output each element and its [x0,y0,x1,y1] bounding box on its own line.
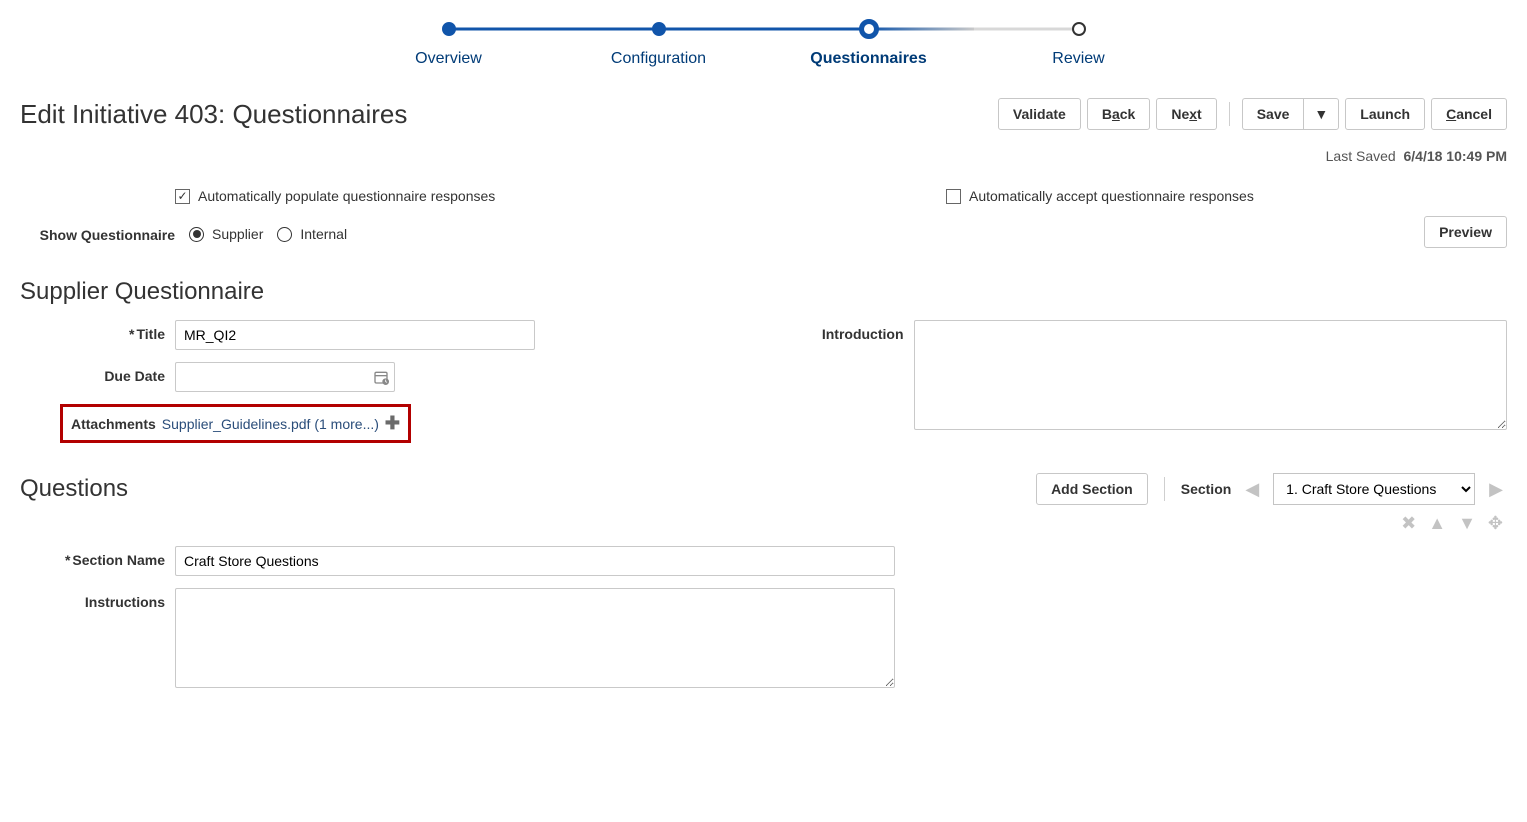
section-label: Section [1181,481,1232,497]
circle-icon [1072,22,1086,36]
save-menu-button[interactable]: ▼ [1303,98,1339,130]
introduction-label: Introduction [794,320,914,342]
train-label: Overview [415,50,482,68]
save-button[interactable]: Save [1242,98,1304,130]
section-mini-toolbar: ✖ ▲ ▼ ✥ [20,513,1507,534]
back-button[interactable]: Back [1087,98,1151,130]
title-label: *Title [20,320,175,342]
radio-supplier[interactable]: Supplier [189,226,263,242]
title-input[interactable] [175,320,535,350]
show-questionnaire-radio-group: Supplier Internal [189,226,347,242]
circle-icon [442,22,456,36]
add-section-button[interactable]: Add Section [1036,473,1148,505]
progress-train: Overview Configuration Questionnaires Re… [20,0,1507,78]
train-step-questionnaires[interactable]: Questionnaires [764,18,974,68]
calendar-icon[interactable] [373,369,389,385]
prev-section-icon[interactable]: ◀ [1241,479,1263,500]
checkbox-unchecked-icon[interactable] [946,189,961,204]
due-date-input[interactable] [175,362,395,392]
last-saved: Last Saved 6/4/18 10:49 PM [20,148,1507,164]
radio-selected-icon [189,227,204,242]
cancel-button[interactable]: Cancel [1431,98,1507,130]
close-icon[interactable]: ✖ [1401,513,1416,534]
attachments-link[interactable]: Supplier_Guidelines.pdf (1 more...) [162,416,379,432]
instructions-label: Instructions [20,588,175,610]
attachments-highlight: Attachments Supplier_Guidelines.pdf (1 m… [60,404,411,443]
train-label: Questionnaires [810,50,926,68]
section-name-label: *Section Name [20,546,175,568]
radio-internal[interactable]: Internal [277,226,347,242]
attachments-label: Attachments [71,416,156,432]
move-icon[interactable]: ✥ [1488,513,1503,534]
preview-button[interactable]: Preview [1424,216,1507,248]
section-name-input[interactable] [175,546,895,576]
save-split-button: Save ▼ [1242,98,1340,130]
introduction-textarea[interactable] [914,320,1508,430]
supplier-questionnaire-heading: Supplier Questionnaire [20,278,1507,306]
train-step-configuration[interactable]: Configuration [554,18,764,68]
train-label: Review [1052,50,1104,68]
section-select[interactable]: 1. Craft Store Questions [1274,474,1474,504]
move-down-icon[interactable]: ▼ [1458,513,1476,534]
checkbox-checked-icon[interactable] [175,189,190,204]
launch-button[interactable]: Launch [1345,98,1425,130]
action-toolbar: Validate Back Next Save ▼ Launch Cancel [998,98,1507,130]
show-questionnaire-label: Show Questionnaire [20,226,175,244]
train-step-overview[interactable]: Overview [344,18,554,68]
page-title: Edit Initiative 403: Questionnaires [20,99,407,130]
train-step-review[interactable]: Review [974,18,1184,68]
next-section-icon[interactable]: ▶ [1485,479,1507,500]
circle-icon [652,22,666,36]
section-select-wrap: 1. Craft Store Questions [1273,473,1475,505]
due-date-label: Due Date [20,362,175,384]
move-up-icon[interactable]: ▲ [1428,513,1446,534]
questions-heading: Questions [20,475,128,503]
plus-icon[interactable]: ✚ [385,413,400,434]
auto-accept-option[interactable]: Automatically accept questionnaire respo… [796,188,1507,204]
next-button[interactable]: Next [1156,98,1216,130]
circle-icon [859,19,879,39]
radio-icon [277,227,292,242]
instructions-textarea[interactable] [175,588,895,688]
validate-button[interactable]: Validate [998,98,1081,130]
train-label: Configuration [611,50,706,68]
auto-populate-option[interactable]: Automatically populate questionnaire res… [20,188,736,204]
